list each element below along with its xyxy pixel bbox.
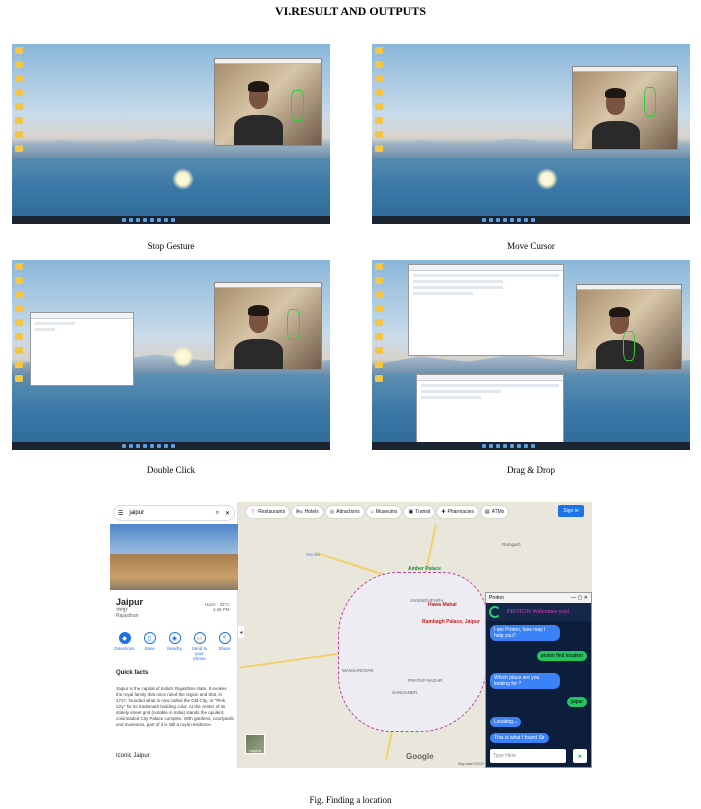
- museum-icon: ⌂: [370, 509, 374, 515]
- nearby-button[interactable]: ◉ Nearby: [164, 632, 185, 661]
- fork-knife-icon: 🍴: [250, 509, 257, 515]
- label-sanganer: SANGANER: [392, 690, 418, 695]
- search-icon[interactable]: ⌕: [216, 510, 219, 517]
- chat-message: I am Proton, how may I help you?: [490, 625, 560, 641]
- welcome-text: PROTON Welcomes you!: [507, 609, 570, 615]
- proton-logo-icon: [489, 606, 501, 618]
- bus-icon: ▣: [408, 509, 414, 515]
- chat-message: jaipur: [566, 697, 587, 707]
- quick-facts-text: Jaipur is the capital of India's Rajasth…: [116, 686, 234, 727]
- save-button[interactable]: ▯ Save: [139, 632, 160, 661]
- caption-stop-gesture: Stop Gesture: [147, 241, 195, 251]
- screenshot-double-click: [12, 260, 330, 450]
- label-mansarovar: MANSAROVAR: [342, 668, 374, 673]
- city-boundary: [338, 572, 488, 732]
- poi-rambagh-palace[interactable]: Rambagh Palace, Jaipur: [422, 619, 480, 625]
- iconic-section-title: Iconic Jaipur: [116, 753, 150, 759]
- layers-button[interactable]: Layers: [245, 734, 265, 754]
- share-icon: <: [218, 632, 231, 644]
- sign-in-button[interactable]: Sign in: [558, 505, 584, 517]
- phone-icon: ▭: [193, 632, 206, 644]
- map-screenshot: Morida JAISINGHPURA Ramgarh MANSAROVAR P…: [110, 502, 592, 768]
- chat-input[interactable]: Type Here: [490, 749, 566, 763]
- place-panel: ☰ jaipur ⌕ ✕ Jaipur जयपुर Rajasthan Haze…: [110, 502, 238, 768]
- chip-pharmacies[interactable]: ✚ Pharmacies: [437, 506, 478, 518]
- bookmark-icon: ▯: [143, 632, 156, 644]
- chip-restaurants[interactable]: 🍴 Restaurants: [246, 506, 290, 518]
- place-actions: ◆ Directions ▯ Save ◉ Nearby ▭ Send to your …: [114, 632, 235, 661]
- label-morida: Morida: [306, 552, 320, 557]
- label-pratap-nagar: PRATAP NAGAR: [408, 678, 443, 683]
- chip-hotels[interactable]: 🛏 Hotels: [292, 506, 323, 518]
- send-to-phone-button[interactable]: ▭ Send to your phone: [189, 632, 210, 661]
- category-chips: 🍴 Restaurants 🛏 Hotels ◎ Attractions ⌂ Museu…: [246, 506, 509, 518]
- google-logo: Google: [406, 752, 434, 761]
- place-photo[interactable]: [110, 524, 238, 590]
- quick-facts-title: Quick facts: [116, 670, 149, 676]
- figure-caption: Fig. Finding a location: [309, 795, 392, 805]
- poi-amber-palace[interactable]: Amber Palace: [408, 566, 441, 572]
- chat-window-title: Proton: [489, 595, 504, 601]
- close-icon[interactable]: ✕: [225, 510, 230, 517]
- collapse-panel-icon[interactable]: ◂: [238, 626, 244, 638]
- chat-message: This is what I found Sir: [490, 733, 549, 743]
- caption-move-cursor: Move Cursor: [507, 241, 555, 251]
- send-icon[interactable]: ➤: [573, 749, 587, 763]
- chip-atms[interactable]: ▤ ATMs: [480, 506, 509, 518]
- search-input[interactable]: jaipur: [129, 510, 209, 516]
- screenshot-drag-drop: [372, 260, 690, 450]
- place-name: Jaipur: [116, 597, 144, 607]
- screenshot-stop-gesture: [12, 44, 330, 224]
- label-ramgarh: Ramgarh: [502, 542, 521, 547]
- caption-drag-drop: Drag & Drop: [507, 465, 555, 475]
- proton-chat-window: Proton — ▢ ✕ PROTON Welcomes you! I am P…: [485, 592, 592, 768]
- pharmacy-icon: ✚: [441, 509, 446, 515]
- window-controls[interactable]: — ▢ ✕: [571, 595, 588, 601]
- local-time: 4:46 PM: [212, 607, 230, 612]
- nearby-icon: ◉: [168, 632, 181, 644]
- chat-message: proton find location: [536, 651, 587, 661]
- section-heading: VI.RESULT AND OUTPUTS: [274, 4, 427, 18]
- place-region: Rajasthan: [116, 613, 139, 619]
- chip-attractions[interactable]: ◎ Attractions: [325, 506, 364, 518]
- chip-transit[interactable]: ▣ Transit: [404, 506, 435, 518]
- chat-message: Locating...: [490, 717, 522, 727]
- map-data-credit: Map data ©2022: [458, 762, 484, 766]
- chat-message: Which place are you looking for ?: [490, 673, 560, 689]
- menu-icon[interactable]: ☰: [118, 510, 123, 517]
- directions-button[interactable]: ◆ Directions: [114, 632, 135, 661]
- chip-museums[interactable]: ⌂ Museums: [366, 506, 402, 518]
- screenshot-move-cursor: [372, 44, 690, 224]
- share-button[interactable]: < Share: [214, 632, 235, 661]
- directions-icon: ◆: [118, 632, 131, 644]
- bed-icon: 🛏: [296, 509, 303, 515]
- camera-icon: ◎: [329, 509, 335, 515]
- caption-double-click: Double Click: [146, 465, 196, 475]
- poi-hawa-mahal[interactable]: Hawa Mahal: [428, 602, 457, 608]
- search-box[interactable]: ☰ jaipur ⌕ ✕: [113, 505, 235, 521]
- atm-icon: ▤: [484, 509, 490, 515]
